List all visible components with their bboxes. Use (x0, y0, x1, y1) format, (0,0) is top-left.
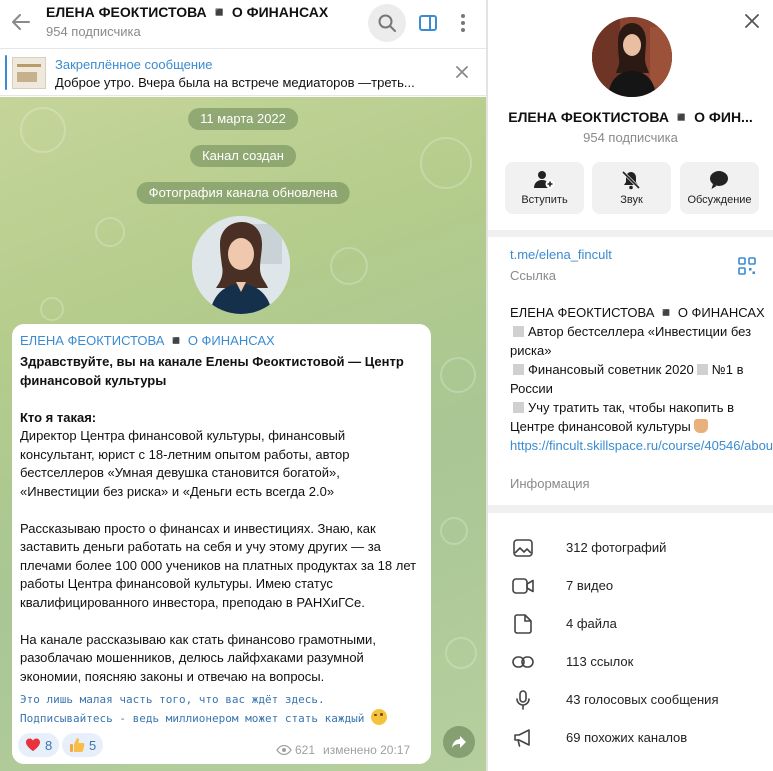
link-caption: Ссылка (510, 268, 557, 283)
media-label: 312 фотографий (566, 540, 667, 555)
discussion-button[interactable]: Обсуждение (680, 162, 759, 214)
search-icon[interactable] (368, 4, 406, 42)
views-count: 621 (295, 743, 316, 757)
profile-info-section: t.me/elena_fincult Ссылка ЕЛЕНА ФЕОКТИСТ… (488, 237, 773, 505)
bullet-icon (513, 364, 524, 375)
background-doodle (440, 517, 468, 545)
bullet-icon (696, 364, 708, 375)
description-line-3: Учу тратить так, чтобы накопить в Центре… (510, 400, 735, 434)
pinned-message-bar[interactable]: Закреплённое сообщение Доброе утро. Вчер… (0, 48, 486, 96)
media-label: 113 ссылок (566, 654, 634, 669)
file-icon (512, 614, 534, 634)
discussion-label: Обсуждение (687, 194, 752, 206)
media-label: 7 видео (566, 578, 614, 593)
bullet-icon (513, 402, 524, 413)
reaction-thumbs-up[interactable]: 5 (62, 733, 104, 757)
background-doodle (445, 637, 477, 669)
post-mono-line-2: Подписывайтесь - ведь миллионером может … (20, 709, 425, 728)
background-doodle (440, 357, 476, 393)
channel-info-panel: ЕЛЕНА ФЕОКТИСТОВА ◾️ О ФИН... 954 подпис… (488, 0, 773, 771)
description-title: ЕЛЕНА ФЕОКТИСТОВА ◾️ О ФИНАНСАХ (510, 305, 765, 320)
join-label: Вступить (521, 194, 568, 206)
profile-header: ЕЛЕНА ФЕОКТИСТОВА ◾️ О ФИН... 954 подпис… (488, 0, 773, 230)
heart-icon (25, 737, 41, 753)
profile-avatar[interactable] (592, 17, 672, 97)
join-button[interactable]: Вступить (505, 162, 584, 214)
channel-description: ЕЛЕНА ФЕОКТИСТОВА ◾️ О ФИНАНСАХ Автор бе… (510, 303, 773, 455)
post-monospace-text: Это лишь малая часть того, что вас ждёт … (20, 690, 425, 728)
background-doodle (420, 137, 472, 189)
forward-arrow-icon[interactable] (443, 726, 475, 758)
profile-title: ЕЛЕНА ФЕОКТИСТОВА ◾️ О ФИН... (508, 109, 753, 125)
profile-subscribers: 954 подписчика (583, 130, 678, 145)
post-headline: Здравствуйте, вы на канале Елены Феоктис… (20, 354, 404, 388)
megaphone-icon (512, 728, 534, 748)
link-icon (512, 652, 534, 672)
media-row-photos[interactable]: 312 фотографий (488, 528, 773, 566)
service-message-created: Канал создан (190, 145, 296, 167)
chat-column: ЕЛЕНА ФЕОКТИСТОВА ◾️ О ФИНАНСАХ 954 подп… (0, 0, 486, 771)
pinned-text: Доброе утро. Вчера была на встрече медиа… (55, 75, 415, 90)
close-icon[interactable] (452, 62, 472, 82)
date-separator: 11 марта 2022 (188, 108, 298, 130)
shared-media-list: 312 фотографий 7 видео 4 файла 113 ссыло… (488, 513, 773, 771)
back-arrow-icon[interactable] (8, 9, 34, 35)
sound-label: Звук (620, 194, 643, 206)
bullet-icon (513, 326, 524, 337)
service-message-photo-updated: Фотография канала обновлена (136, 182, 350, 204)
media-row-links[interactable]: 113 ссылок (488, 642, 773, 680)
mute-icon (619, 169, 643, 191)
post-mono-line-1: Это лишь малая часть того, что вас ждёт … (20, 693, 325, 706)
media-row-videos[interactable]: 7 видео (488, 566, 773, 604)
pointing-hand-icon (694, 419, 709, 433)
close-icon[interactable] (741, 10, 763, 32)
more-options-icon[interactable] (444, 4, 482, 42)
background-doodle (330, 247, 368, 285)
join-icon (532, 169, 556, 191)
photo-icon (512, 538, 534, 558)
discussion-icon (707, 169, 731, 191)
reaction-count: 5 (89, 737, 97, 753)
media-row-similar-channels[interactable]: 69 похожих каналов (488, 718, 773, 756)
post-who-title: Кто я такая: (20, 409, 97, 425)
microphone-icon (512, 690, 534, 710)
qr-code-icon[interactable] (738, 257, 756, 275)
post-author[interactable]: ЕЛЕНА ФЕОКТИСТОВА ◾️ О ФИНАНСАХ (20, 333, 275, 349)
thumbs-up-icon (69, 737, 85, 753)
description-line-2: Финансовый советник 2020 №1 в России (510, 362, 744, 396)
post-paragraph-2: Рассказываю просто о финансах и инвестиц… (20, 520, 417, 610)
description-line-1: Автор бестселлера «Инвестиции без риска» (510, 324, 752, 358)
media-row-files[interactable]: 4 файла (488, 604, 773, 642)
background-doodle (95, 217, 125, 247)
reaction-count: 8 (45, 737, 53, 753)
pinned-thumbnail (12, 57, 46, 89)
media-label: 43 голосовых сообщения (566, 692, 719, 707)
media-row-voice[interactable]: 43 голосовых сообщения (488, 680, 773, 718)
background-doodle (20, 107, 66, 153)
edited-time: изменено 20:17 (323, 743, 411, 757)
winking-face-icon (371, 709, 387, 725)
post-who-text: Директор Центра финансовой культуры, фин… (20, 428, 350, 499)
post-paragraph-3: На канале рассказываю как стать финансов… (20, 631, 376, 684)
channel-link[interactable]: t.me/elena_fincult (510, 247, 612, 262)
post-text: Здравствуйте, вы на канале Елены Феоктис… (20, 353, 420, 686)
chat-header: ЕЛЕНА ФЕОКТИСТОВА ◾️ О ФИНАНСАХ 954 подп… (0, 0, 486, 47)
media-label: 4 файла (566, 616, 617, 631)
views-icon (276, 745, 292, 755)
video-icon (512, 576, 534, 596)
reaction-heart[interactable]: 8 (18, 733, 60, 757)
description-url-link[interactable]: https://fincult.skillspace.ru/course/405… (510, 438, 773, 453)
channel-subscribers: 954 подписчика (46, 24, 141, 39)
side-panel-toggle-icon[interactable] (409, 4, 447, 42)
channel-title[interactable]: ЕЛЕНА ФЕОКТИСТОВА ◾️ О ФИНАНСАХ (46, 4, 328, 21)
channel-post-bubble: ЕЛЕНА ФЕОКТИСТОВА ◾️ О ФИНАНСАХ Здравств… (12, 324, 431, 764)
pinned-indicator (5, 55, 7, 90)
pinned-title: Закреплённое сообщение (55, 57, 213, 72)
post-meta: 621 изменено 20:17 (276, 743, 410, 757)
channel-photo[interactable] (192, 216, 290, 314)
info-caption: Информация (510, 476, 590, 491)
media-label: 69 похожих каналов (566, 730, 688, 745)
sound-button[interactable]: Звук (592, 162, 671, 214)
background-doodle (40, 297, 64, 321)
